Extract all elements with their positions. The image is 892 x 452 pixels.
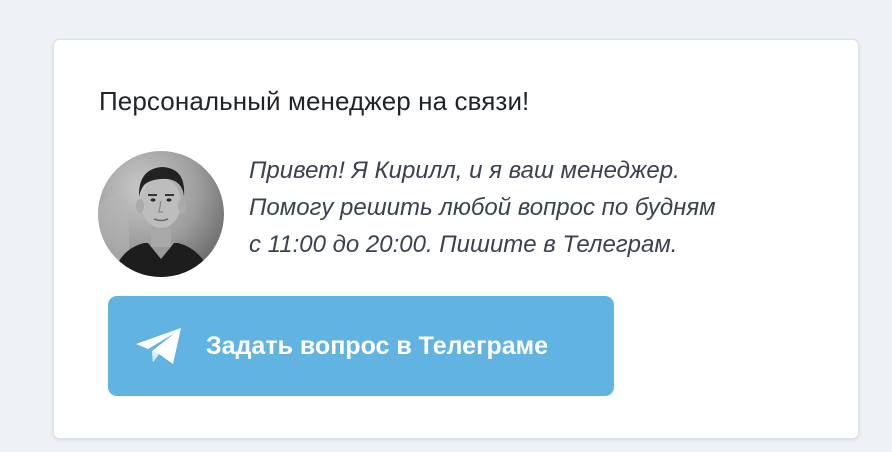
paper-plane-icon <box>135 327 183 365</box>
card-title: Персональный менеджер на связи! <box>99 86 530 116</box>
message-line: Привет! Я Кирилл, и я ваш менеджер. <box>249 157 680 184</box>
message-line: Помогу решить любой вопрос по будням <box>249 194 716 221</box>
ask-in-telegram-label: Задать вопрос в Телеграме <box>206 332 549 360</box>
manager-photo <box>98 151 224 277</box>
ask-in-telegram-button[interactable]: Задать вопрос в Телеграме <box>108 296 614 396</box>
message-line: с 11:00 до 20:00. Пишите в Телеграм. <box>249 231 678 258</box>
manager-avatar <box>98 151 224 277</box>
manager-contact-card: Персональный менеджер на связи! Привет! … <box>53 39 859 439</box>
manager-message: Привет! Я Кирилл, и я ваш менеджер. Помо… <box>249 152 824 263</box>
